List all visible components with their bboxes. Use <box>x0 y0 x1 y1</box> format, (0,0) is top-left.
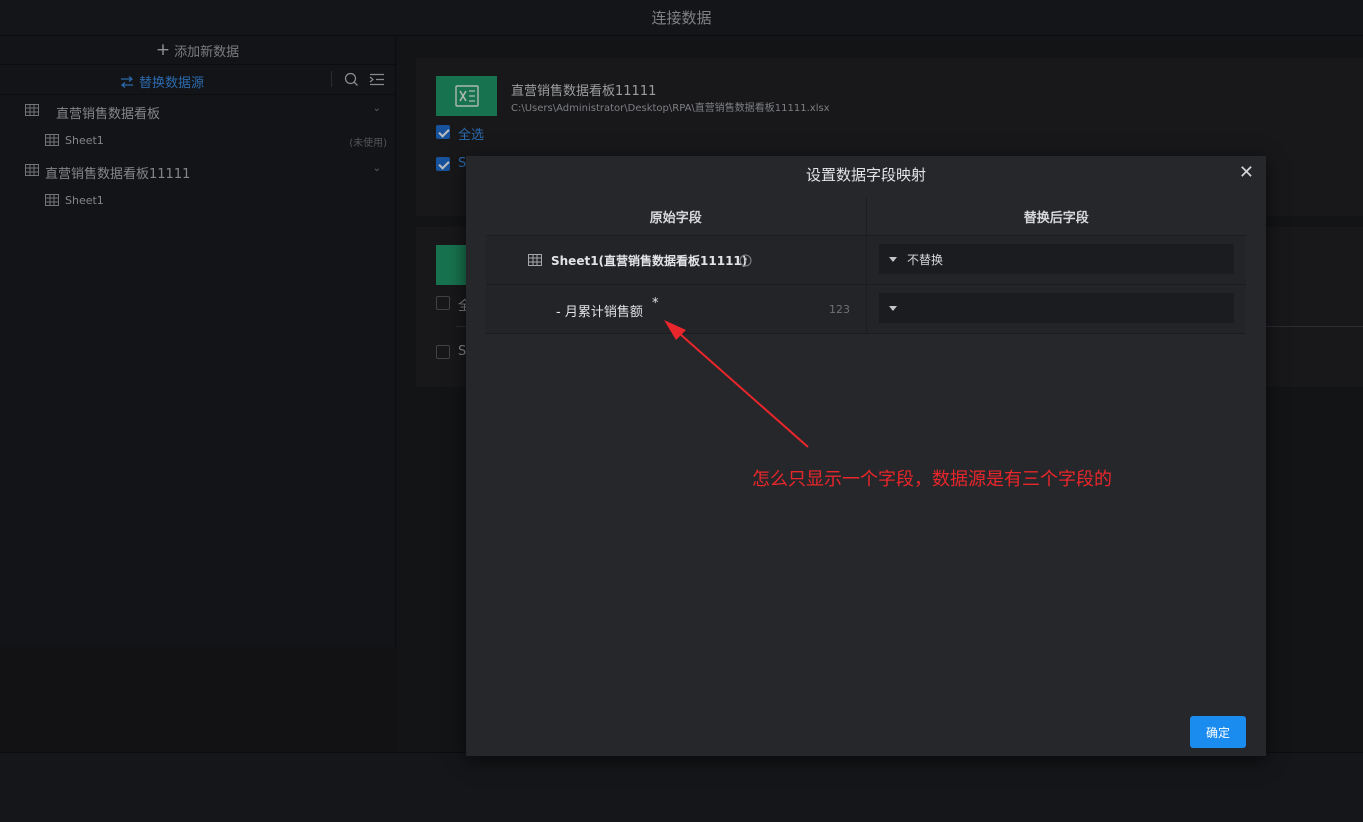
annotation-text: 怎么只显示一个字段，数据源是有三个字段的 <box>752 469 1112 490</box>
annotation-arrow-icon <box>664 320 809 448</box>
